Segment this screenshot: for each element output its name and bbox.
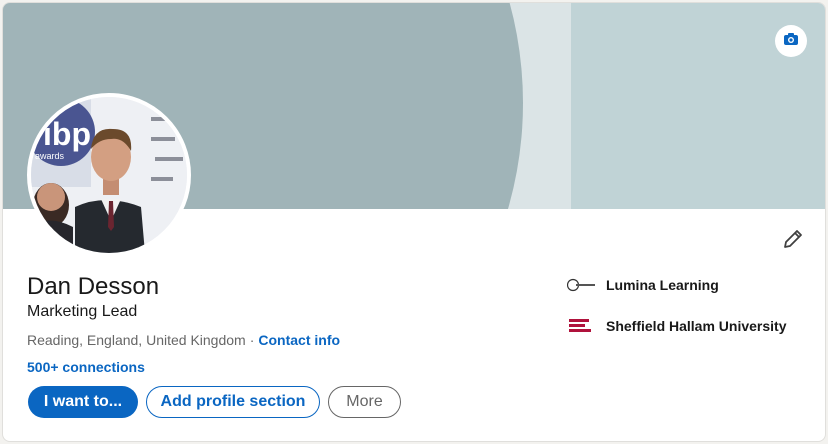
i-want-to-button[interactable]: I want to...: [28, 386, 138, 418]
more-button[interactable]: More: [328, 386, 401, 418]
profile-card: ibp awards Dan Desson Marketing Lead Rea…: [2, 2, 826, 442]
profile-headline: Marketing Lead: [27, 303, 138, 320]
lumina-logo-icon: [567, 277, 597, 293]
profile-photo-image: ibp awards: [31, 97, 187, 253]
profile-photo[interactable]: ibp awards: [27, 93, 191, 257]
profile-location-row: Reading, England, United Kingdom · Contact…: [27, 332, 340, 348]
banner-logo-subtext: awards: [35, 151, 65, 161]
sheffield-hallam-logo-icon: [567, 318, 597, 334]
profile-name: Dan Desson: [27, 273, 160, 300]
edit-banner-button[interactable]: [775, 25, 807, 57]
connections-link[interactable]: 500+ connections: [27, 359, 145, 375]
banner-logo-text: ibp: [43, 116, 91, 152]
experience-item-sheffield[interactable]: Sheffield Hallam University: [567, 318, 787, 334]
contact-info-link[interactable]: Contact info: [258, 332, 340, 348]
experience-item-lumina[interactable]: Lumina Learning: [567, 277, 719, 293]
edit-intro-button[interactable]: [779, 227, 807, 255]
experience-name: Sheffield Hallam University: [606, 318, 787, 334]
experience-name: Lumina Learning: [606, 277, 719, 293]
camera-icon: [783, 31, 799, 52]
profile-location: Reading, England, United Kingdom: [27, 332, 246, 348]
pencil-icon: [781, 227, 805, 256]
location-separator: ·: [249, 332, 255, 348]
add-profile-section-button[interactable]: Add profile section: [146, 386, 320, 418]
